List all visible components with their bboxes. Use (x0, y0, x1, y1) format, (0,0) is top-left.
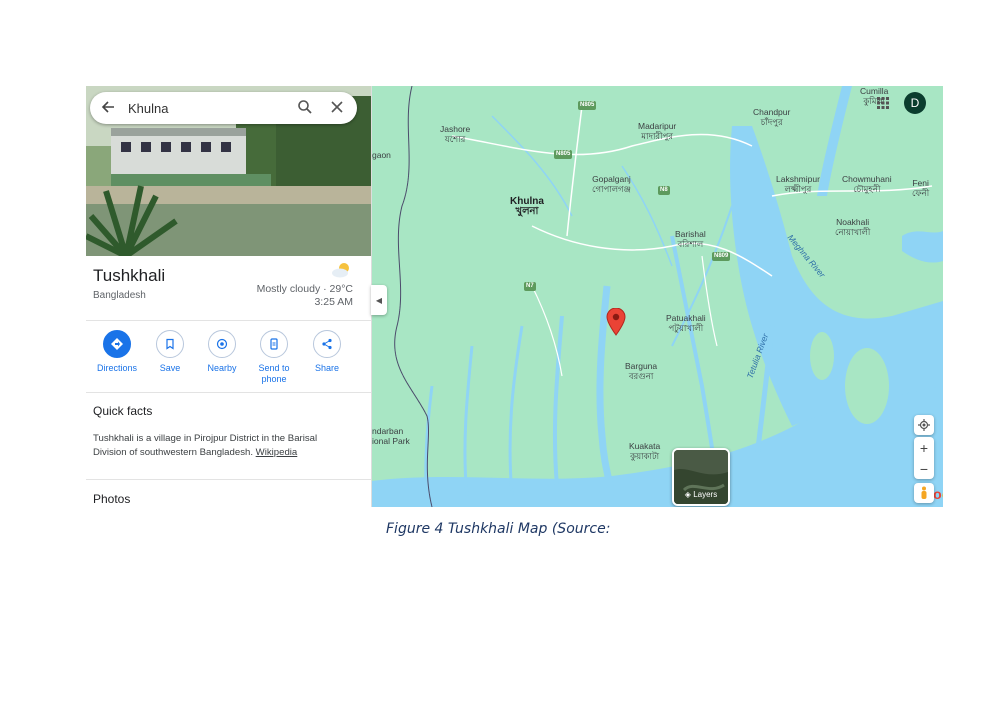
map-label-chowmuhani: Chowmuhani চৌমুহনী (842, 174, 892, 194)
search-input[interactable] (126, 99, 280, 117)
phone-icon (260, 330, 288, 358)
share-icon (313, 330, 341, 358)
divider (86, 320, 371, 321)
place-title: Tushkhali (93, 266, 166, 285)
zoom-out-button[interactable]: − (914, 458, 934, 479)
layers-button[interactable]: ◈ Layers (672, 448, 730, 506)
map-label-patuakhali: Patuakhali পটুয়াখালী (666, 313, 706, 333)
close-icon[interactable] (329, 99, 345, 120)
map-label-gaon: gaon (372, 150, 391, 160)
map-label-barguna: Barguna বরগুনা (625, 361, 658, 381)
road-shield-n805: N805 (554, 150, 573, 159)
send-to-phone-button[interactable]: Send to phone (247, 330, 301, 385)
apps-grid-icon[interactable] (876, 96, 890, 115)
action-label: Directions (96, 363, 137, 373)
my-location-icon (918, 419, 930, 431)
map-label-barishal: Barishal বরিশাল (675, 229, 706, 249)
nearby-icon (208, 330, 236, 358)
map-label-chandpur: Chandpur চাঁদপুর (753, 107, 791, 127)
map-canvas[interactable]: N805 N805 N8 N809 N7 Jashore যশোর Madari… (372, 86, 943, 507)
layers-label: ◈ Layers (674, 490, 728, 499)
road-shield-n7: N7 (524, 282, 536, 291)
street-view-pegman-button[interactable] (914, 483, 934, 503)
map-label-noakhali: Noakhali নোয়াখালী (835, 217, 871, 237)
account-avatar[interactable]: D (904, 92, 926, 114)
map-label-sundarban: ndarban ional Park (372, 426, 410, 446)
map-label-madaripur: Madaripur মাদারীপুর (638, 121, 677, 141)
action-label: Send to phone (258, 363, 290, 384)
google-logo-letter: o (933, 486, 942, 502)
map-label-jashore: Jashore যশোর (440, 124, 471, 144)
chevron-left-icon: ◀ (375, 295, 383, 305)
road-shield-n8: N8 (658, 186, 670, 195)
location-pin-icon[interactable] (606, 307, 626, 341)
divider (86, 392, 371, 393)
photos-title: Photos (93, 492, 131, 506)
pegman-icon (921, 486, 927, 499)
map-label-feni: Feni ফেনী (912, 178, 930, 198)
place-info-panel: Tushkhali Bangladesh Mostly cloudy · 29°… (86, 86, 372, 507)
action-bar: Directions Save Nearby Send to phone Sha… (86, 330, 371, 390)
zoom-controls: + − (914, 437, 934, 479)
search-bar[interactable] (90, 92, 357, 124)
road-shield-n805: N805 (578, 101, 597, 110)
action-label: Nearby (207, 363, 237, 373)
local-time: 3:25 AM (314, 296, 353, 308)
share-button[interactable]: Share (300, 330, 354, 374)
weather-condition: Mostly cloudy · 29°C (256, 283, 353, 295)
layers-stack-icon: ◈ (684, 490, 691, 499)
minus-icon: − (919, 460, 929, 477)
road-shield-n809: N809 (712, 252, 731, 261)
google-logo-letter: o (942, 486, 943, 502)
zoom-in-button[interactable]: + (914, 437, 934, 458)
quick-facts-text: Tushkhali is a village in Pirojpur Distr… (93, 432, 343, 460)
quick-facts-title: Quick facts (93, 404, 153, 418)
plus-icon: + (919, 439, 929, 456)
place-country: Bangladesh (93, 290, 146, 301)
save-button[interactable]: Save (143, 330, 197, 374)
action-label: Share (314, 363, 340, 373)
nearby-button[interactable]: Nearby (195, 330, 249, 374)
back-arrow-icon[interactable] (90, 98, 126, 119)
divider (86, 479, 371, 480)
collapse-panel-button[interactable]: ◀ (371, 285, 387, 315)
map-label-lakshmipur: Lakshmipur লক্ষ্মীপুর (776, 174, 820, 194)
bookmark-icon (156, 330, 184, 358)
screenshot-frame: Tushkhali Bangladesh Mostly cloudy · 29°… (86, 86, 943, 507)
action-label: Save (159, 363, 181, 373)
my-location-button[interactable] (914, 415, 934, 435)
wikipedia-link[interactable]: Wikipedia (256, 447, 298, 458)
directions-button[interactable]: Directions (90, 330, 144, 374)
search-icon[interactable] (297, 99, 313, 120)
map-label-kuakata: Kuakata কুয়াকাটা (629, 441, 661, 461)
map-label-khulna: Khulna খুলনা (510, 196, 544, 217)
layers-text: Layers (693, 490, 718, 499)
place-photo[interactable] (86, 86, 371, 256)
map-label-gopalganj: Gopalganj গোপালগঞ্জ (592, 174, 631, 194)
partly-cloudy-icon (331, 261, 353, 284)
directions-icon (103, 330, 131, 358)
figure-caption: Figure 4 Tushkhali Map (Source: (386, 521, 611, 537)
